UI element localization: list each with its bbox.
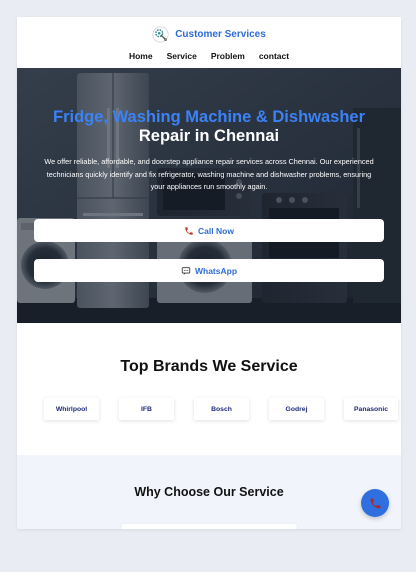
why-choose-title: Why Choose Our Service bbox=[134, 485, 284, 499]
call-now-label: Call Now bbox=[198, 225, 234, 236]
floating-call-button[interactable] bbox=[361, 489, 389, 517]
call-now-button[interactable]: Call Now bbox=[34, 219, 384, 242]
nav-home[interactable]: Home bbox=[129, 51, 153, 61]
page-container: Customer Services Home Service Problem c… bbox=[17, 17, 401, 529]
brand-card-whirlpool[interactable]: Whirlpool bbox=[44, 398, 99, 420]
hero-content: Fridge, Washing Machine & Dishwasher Rep… bbox=[17, 68, 401, 323]
brand-carousel: Whirlpool IFB Bosch Godrej Panasonic bbox=[17, 398, 401, 424]
brand-card-bosch[interactable]: Bosch bbox=[194, 398, 249, 420]
brand-name: Customer Services bbox=[175, 29, 266, 40]
main-nav: Home Service Problem contact bbox=[17, 51, 401, 61]
feature-card bbox=[121, 524, 297, 529]
why-choose-section: Why Choose Our Service bbox=[17, 455, 401, 529]
nav-contact[interactable]: contact bbox=[259, 51, 289, 61]
brands-section: Top Brands We Service Whirlpool IFB Bosc… bbox=[17, 323, 401, 455]
hero-title-highlight: Fridge, Washing Machine & Dishwasher bbox=[52, 108, 366, 126]
hero-title: Repair in Chennai bbox=[138, 127, 280, 145]
brand[interactable]: Customer Services bbox=[17, 26, 401, 43]
brands-title: Top Brands We Service bbox=[120, 358, 298, 375]
nav-service[interactable]: Service bbox=[167, 51, 197, 61]
site-header: Customer Services Home Service Problem c… bbox=[17, 17, 401, 68]
brand-card-godrej[interactable]: Godrej bbox=[269, 398, 324, 420]
phone-icon bbox=[370, 498, 380, 508]
brand-card-panasonic[interactable]: Panasonic bbox=[344, 398, 398, 420]
gear-wrench-logo-icon bbox=[152, 26, 169, 43]
nav-problem[interactable]: Problem bbox=[211, 51, 245, 61]
phone-icon bbox=[185, 226, 193, 235]
hero-description: We offer reliable, affordable, and doors… bbox=[44, 157, 374, 191]
brand-card-ifb[interactable]: IFB bbox=[119, 398, 174, 420]
whatsapp-label: WhatsApp bbox=[194, 265, 238, 276]
chat-bubble-icon bbox=[181, 266, 191, 275]
whatsapp-button[interactable]: WhatsApp bbox=[34, 259, 384, 282]
hero-section: Fridge, Washing Machine & Dishwasher Rep… bbox=[17, 68, 401, 323]
